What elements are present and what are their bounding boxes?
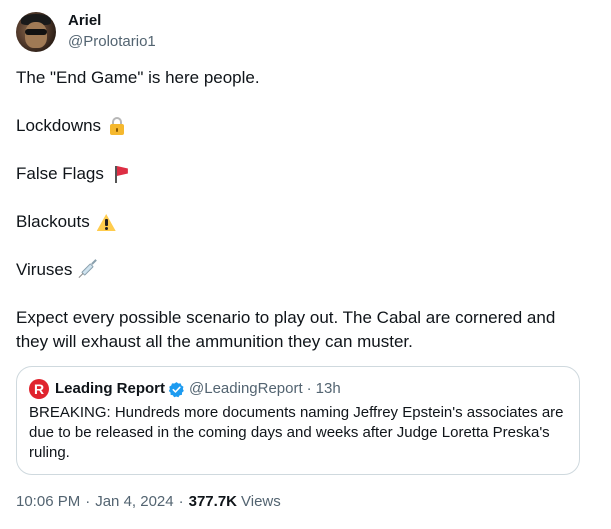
- tweet-item-label: Lockdowns: [16, 116, 102, 135]
- red-flag-icon: [110, 164, 130, 184]
- verified-badge-icon: [168, 381, 184, 397]
- tweet-date[interactable]: Jan 4, 2024: [95, 492, 173, 512]
- tweet: Ariel @Prolotario1 The "End Game" is her…: [0, 0, 611, 529]
- author-handle[interactable]: @Prolotario1: [68, 32, 156, 52]
- tweet-item-viruses: Viruses: [16, 258, 98, 282]
- views-count[interactable]: 377.7K: [189, 492, 237, 512]
- tweet-time[interactable]: 10:06 PM: [16, 492, 80, 512]
- separator-dot: ·: [306, 380, 312, 397]
- tweet-closing: Expect every possible scenario to play o…: [16, 308, 556, 351]
- tweet-meta: 10:06 PM · Jan 4, 2024 · 377.7K Views: [16, 492, 281, 512]
- avatar-face: [25, 22, 47, 48]
- quoted-author-name[interactable]: Leading Report: [55, 379, 165, 399]
- logo-letter: R: [33, 381, 45, 397]
- tweet-item-label: Blackouts: [16, 212, 90, 231]
- tweet-item-blackouts: Blackouts: [16, 210, 116, 234]
- tweet-item-lockdowns: Lockdowns: [16, 114, 127, 138]
- tweet-header: Ariel @Prolotario1: [16, 12, 156, 54]
- views-label: Views: [241, 493, 281, 510]
- leading-report-logo-icon[interactable]: R: [29, 379, 49, 399]
- separator-dot: ·: [178, 493, 184, 510]
- separator-dot: ·: [85, 493, 91, 510]
- quoted-tweet-header: R Leading Report @LeadingReport · 13h: [29, 379, 567, 399]
- tweet-item-false-flags: False Flags: [16, 162, 130, 186]
- quoted-author-handle[interactable]: @LeadingReport: [189, 379, 303, 399]
- avatar-glasses: [25, 29, 47, 35]
- quoted-tweet[interactable]: R Leading Report @LeadingReport · 13h BR…: [16, 366, 580, 475]
- avatar[interactable]: [16, 12, 56, 52]
- warning-icon: [96, 212, 116, 232]
- quoted-tweet-text: BREAKING: Hundreds more documents naming…: [29, 404, 564, 461]
- tweet-intro: The "End Game" is here people.: [16, 68, 260, 87]
- quoted-tweet-time[interactable]: 13h: [316, 379, 341, 399]
- tweet-item-label: False Flags: [16, 164, 104, 183]
- author-names: Ariel @Prolotario1: [68, 12, 156, 52]
- author-display-name[interactable]: Ariel: [68, 12, 156, 30]
- tweet-item-label: Viruses: [16, 260, 73, 279]
- lock-icon: [107, 116, 127, 136]
- syringe-icon: [78, 259, 98, 280]
